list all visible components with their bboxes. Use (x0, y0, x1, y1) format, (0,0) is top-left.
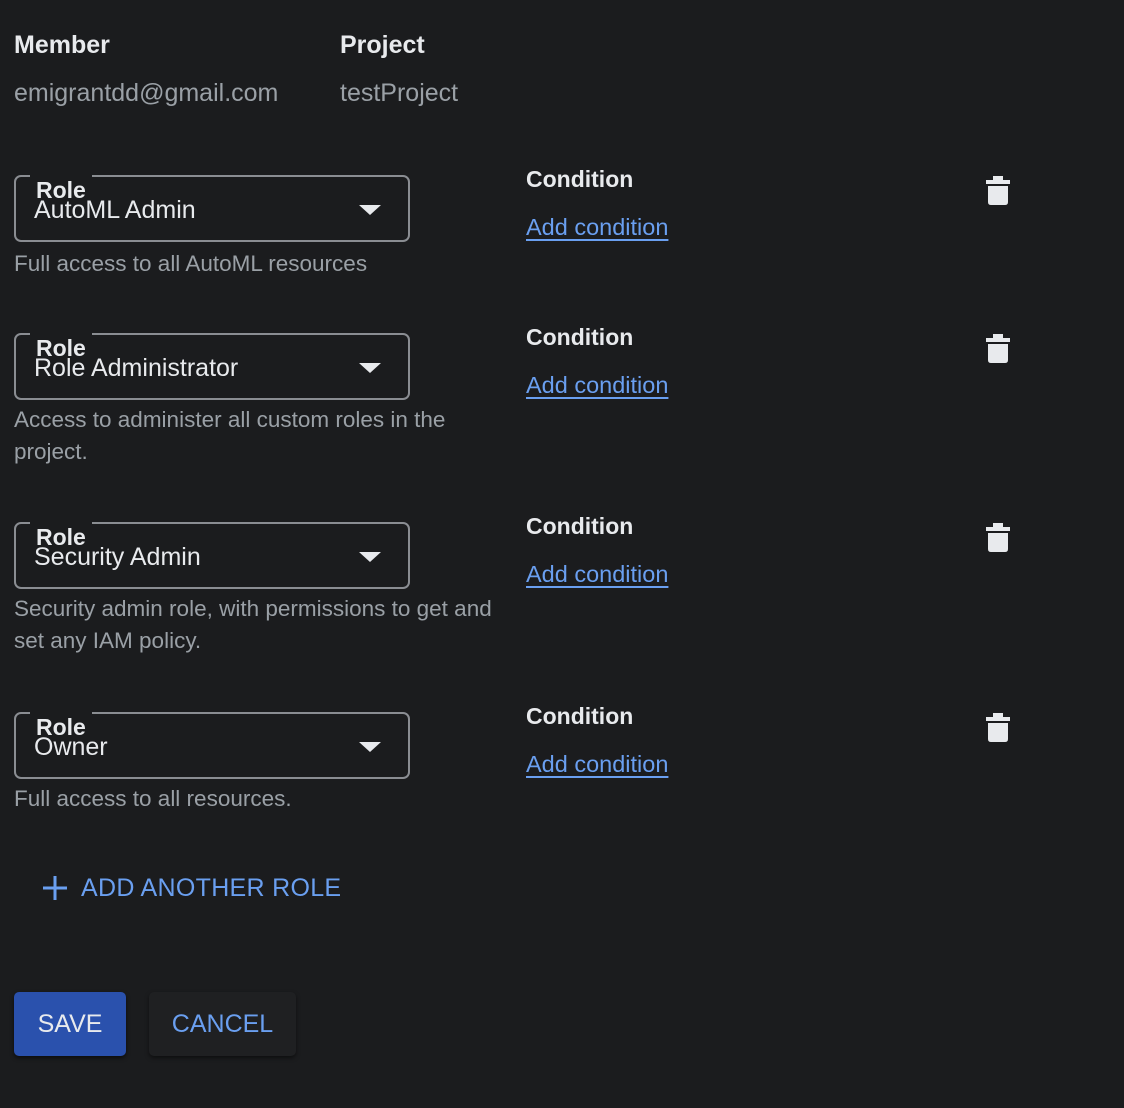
trash-icon[interactable] (986, 522, 1010, 552)
member-email: emigrantdd@gmail.com (14, 79, 279, 107)
add-condition-link[interactable]: Add condition (526, 212, 668, 242)
add-condition-link[interactable]: Add condition (526, 370, 668, 400)
caret-down-icon (359, 742, 381, 752)
role-select-value: Role Administrator (34, 354, 239, 382)
plus-icon (43, 876, 67, 900)
role-select-value: Security Admin (34, 543, 201, 571)
trash-icon[interactable] (986, 712, 1010, 742)
trash-icon[interactable] (986, 175, 1010, 205)
role-description: Security admin role, with permissions to… (14, 596, 492, 653)
save-button[interactable]: SAVE (14, 992, 126, 1056)
condition-label: Condition (526, 166, 634, 192)
role-description: Full access to all resources. (14, 786, 292, 811)
project-name: testProject (340, 79, 459, 107)
condition-label: Condition (526, 703, 634, 729)
caret-down-icon (359, 363, 381, 373)
role-select-value: AutoML Admin (34, 196, 196, 224)
role-select[interactable]: Role Role Administrator (14, 333, 410, 400)
caret-down-icon (359, 205, 381, 215)
project-label: Project (340, 31, 425, 59)
add-condition-link[interactable]: Add condition (526, 749, 668, 779)
add-another-role-label: ADD ANOTHER ROLE (81, 873, 342, 902)
add-another-role-button[interactable]: ADD ANOTHER ROLE (42, 869, 341, 907)
condition-label: Condition (526, 513, 634, 539)
caret-down-icon (359, 552, 381, 562)
role-select-value: Owner (34, 733, 108, 761)
add-condition-link[interactable]: Add condition (526, 559, 668, 589)
role-select[interactable]: Role Owner (14, 712, 410, 779)
role-description: Full access to all AutoML resources (14, 251, 368, 276)
role-select[interactable]: Role Security Admin (14, 522, 410, 589)
trash-icon[interactable] (986, 333, 1010, 363)
role-description: Access to administer all custom roles in… (14, 407, 446, 464)
cancel-button[interactable]: CANCEL (149, 992, 296, 1056)
role-select[interactable]: Role AutoML Admin (14, 175, 410, 242)
condition-label: Condition (526, 324, 634, 350)
member-label: Member (14, 31, 110, 59)
